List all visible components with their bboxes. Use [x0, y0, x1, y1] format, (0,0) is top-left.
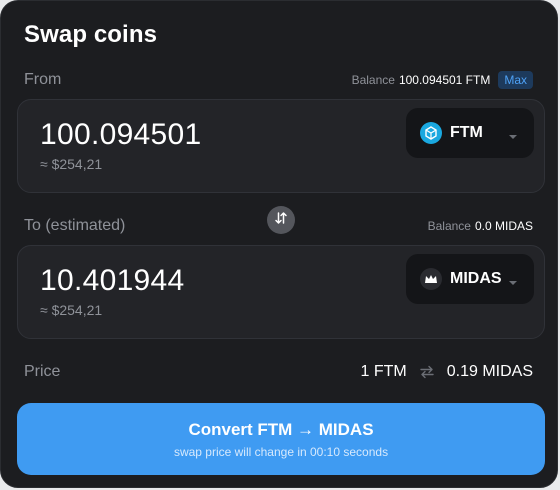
from-label: From: [24, 71, 62, 88]
to-token-name: MIDAS: [450, 270, 502, 287]
price-row: Price 1 FTM 0.19 MIDAS: [24, 361, 533, 383]
price-invert-icon[interactable]: [419, 365, 435, 379]
swap-direction-button[interactable]: [267, 206, 295, 234]
page-title: Swap coins: [24, 21, 158, 48]
from-balance-value: 100.094501 FTM: [398, 73, 491, 87]
convert-countdown-text: swap price will change in 00:10 seconds: [173, 444, 389, 459]
price-label: Price: [24, 363, 61, 380]
from-balance: Balance 100.094501 FTM Max: [352, 71, 533, 89]
from-usd-value: ≈ $254,21: [40, 156, 103, 172]
to-amount-input[interactable]: 10.401944: [40, 264, 185, 298]
max-button[interactable]: Max: [498, 71, 533, 89]
convert-button-label: Convert FTM → MIDAS: [188, 419, 374, 439]
fantom-icon: [420, 122, 442, 144]
to-label: To (estimated): [24, 217, 126, 234]
swap-card: Swap coins From Balance 100.094501 FTM M…: [0, 0, 558, 488]
to-token-selector[interactable]: MIDAS: [406, 254, 534, 304]
midas-icon: [420, 268, 442, 290]
from-token-name: FTM: [450, 124, 483, 141]
to-balance-value: 0.0 MIDAS: [474, 219, 533, 233]
swap-arrows-icon: [274, 211, 288, 230]
to-field[interactable]: 10.401944 ≈ $254,21 MIDAS: [17, 245, 545, 339]
chevron-down-icon: [508, 128, 518, 146]
from-amount-input[interactable]: 100.094501: [40, 118, 202, 152]
price-left: 1 FTM: [360, 363, 407, 380]
to-balance: Balance 0.0 MIDAS: [428, 219, 533, 233]
from-balance-label: Balance: [351, 73, 395, 87]
chevron-down-icon: [508, 274, 518, 292]
from-field[interactable]: 100.094501 ≈ $254,21 FTM: [17, 99, 545, 193]
to-usd-value: ≈ $254,21: [40, 302, 103, 318]
convert-button[interactable]: Convert FTM → MIDAS swap price will chan…: [17, 403, 545, 475]
to-balance-label: Balance: [427, 219, 471, 233]
from-token-selector[interactable]: FTM: [406, 108, 534, 158]
price-right: 0.19 MIDAS: [446, 363, 533, 380]
